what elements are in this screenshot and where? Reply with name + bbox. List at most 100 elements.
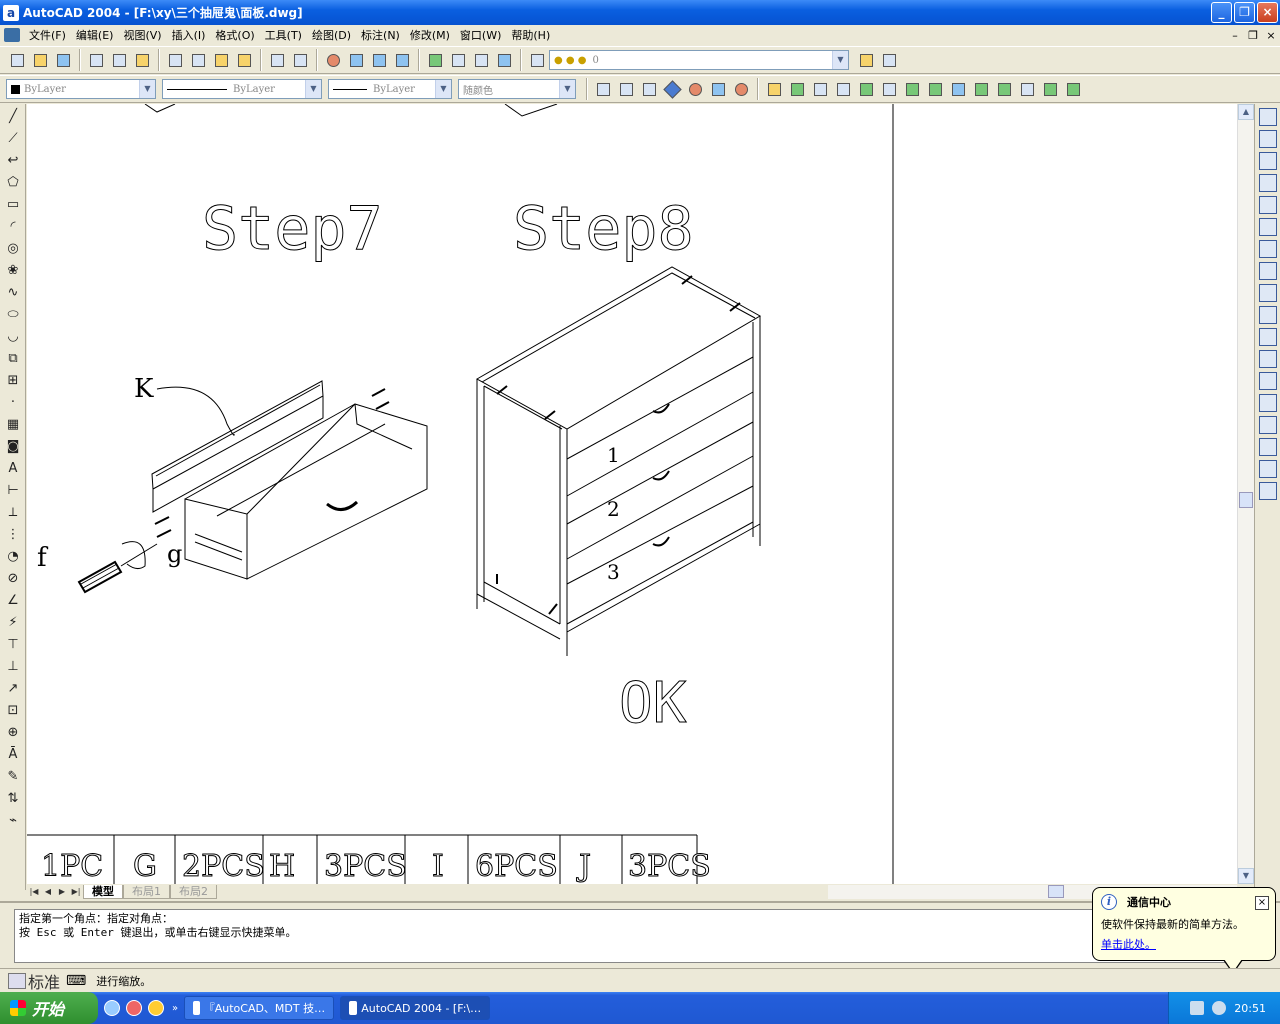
- chevron-right-icon[interactable]: »: [172, 1003, 178, 1014]
- menu-format[interactable]: 格式(O): [210, 27, 259, 43]
- save-icon[interactable]: [53, 50, 74, 71]
- open-file-icon[interactable]: [30, 50, 51, 71]
- spline-icon[interactable]: ∿: [3, 282, 23, 302]
- lineweight-combo[interactable]: ByLayer ▼: [328, 79, 452, 99]
- shell-icon[interactable]: [1259, 460, 1277, 478]
- design-center-icon[interactable]: [448, 50, 469, 71]
- tab-model[interactable]: 模型: [83, 885, 123, 899]
- construction-line-icon[interactable]: ⟋: [3, 128, 23, 148]
- rectangle-icon[interactable]: ▭: [3, 194, 23, 214]
- insert-block-icon[interactable]: ⧉: [3, 348, 23, 368]
- extrude-faces-icon[interactable]: [1259, 174, 1277, 192]
- undo-icon[interactable]: [267, 50, 288, 71]
- publish-icon[interactable]: [132, 50, 153, 71]
- taper-faces-icon[interactable]: [1259, 284, 1277, 302]
- landscape-icon[interactable]: [948, 79, 969, 100]
- menu-view[interactable]: 视图(V): [118, 27, 166, 43]
- linear-dimension-icon[interactable]: ⊢: [3, 480, 23, 500]
- print-icon[interactable]: [86, 50, 107, 71]
- arc-icon[interactable]: ◜: [3, 216, 23, 236]
- start-button[interactable]: 开始: [0, 992, 98, 1024]
- clean-icon[interactable]: [1259, 416, 1277, 434]
- subtract-icon[interactable]: [1259, 130, 1277, 148]
- match-properties-icon[interactable]: [234, 50, 255, 71]
- first-tab-icon[interactable]: |◀: [27, 885, 41, 899]
- minimize-button[interactable]: _: [1211, 2, 1232, 23]
- tolerance-icon[interactable]: ⊡: [3, 700, 23, 720]
- render-output-icon[interactable]: [1063, 79, 1084, 100]
- ime-label[interactable]: 标准: [28, 969, 60, 993]
- menu-file[interactable]: 文件(F): [24, 27, 71, 43]
- color-faces-icon[interactable]: [1259, 328, 1277, 346]
- scroll-thumb[interactable]: [1239, 492, 1253, 508]
- document-icon[interactable]: [4, 28, 20, 42]
- last-tab-icon[interactable]: ▶|: [69, 885, 83, 899]
- doc-minimize-button[interactable]: –: [1226, 29, 1244, 42]
- keyboard-icon[interactable]: ⌨: [66, 973, 86, 989]
- copy-faces-icon[interactable]: [1259, 306, 1277, 324]
- menu-draw[interactable]: 绘图(D): [307, 27, 356, 43]
- vertical-scrollbar[interactable]: ▲ ▼: [1237, 104, 1254, 884]
- delete-faces-icon[interactable]: [1259, 240, 1277, 258]
- scene-icon[interactable]: [787, 79, 808, 100]
- offset-faces-icon[interactable]: [1259, 218, 1277, 236]
- intersect-icon[interactable]: [1259, 152, 1277, 170]
- scroll-up-icon[interactable]: ▲: [1238, 104, 1254, 120]
- menu-modify[interactable]: 修改(M): [405, 27, 455, 43]
- union-icon[interactable]: [1259, 108, 1277, 126]
- zoom-window-icon[interactable]: [369, 50, 390, 71]
- restore-button[interactable]: ❐: [1234, 2, 1255, 23]
- ellipse-icon[interactable]: ⬭: [3, 304, 23, 324]
- landscape-library-icon[interactable]: [994, 79, 1015, 100]
- ellipse-arc-icon[interactable]: ◡: [3, 326, 23, 346]
- dimension-text-edit-icon[interactable]: ✎: [3, 766, 23, 786]
- next-tab-icon[interactable]: ▶: [55, 885, 69, 899]
- menu-insert[interactable]: 插入(I): [167, 27, 211, 43]
- quicklaunch-icon[interactable]: [126, 1000, 142, 1016]
- render-preferences-icon[interactable]: [1017, 79, 1038, 100]
- gouraud-icon[interactable]: [731, 79, 752, 100]
- sphere-icon[interactable]: [685, 79, 706, 100]
- ime-icon[interactable]: [8, 972, 26, 989]
- separate-icon[interactable]: [1259, 438, 1277, 456]
- baseline-dimension-icon[interactable]: ⊤: [3, 634, 23, 654]
- paste-icon[interactable]: [211, 50, 232, 71]
- statistics-icon[interactable]: [1040, 79, 1061, 100]
- menu-dimension[interactable]: 标注(N): [356, 27, 405, 43]
- aligned-dimension-icon[interactable]: ⟂: [3, 502, 23, 522]
- pan-icon[interactable]: [323, 50, 344, 71]
- menu-tools[interactable]: 工具(T): [260, 27, 307, 43]
- doc-close-button[interactable]: ×: [1262, 29, 1280, 42]
- region-icon[interactable]: ◙: [3, 436, 23, 456]
- menu-edit[interactable]: 编辑(E): [71, 27, 119, 43]
- revcloud-icon[interactable]: ❀: [3, 260, 23, 280]
- dimension-update-icon[interactable]: ⇅: [3, 788, 23, 808]
- move-faces-icon[interactable]: [1259, 196, 1277, 214]
- hatch-icon[interactable]: ▦: [3, 414, 23, 434]
- dimension-style-icon[interactable]: ⌁: [3, 810, 23, 830]
- line-icon[interactable]: ╱: [3, 106, 23, 126]
- 3d-shade-icon[interactable]: [662, 79, 683, 100]
- tool-palettes-icon[interactable]: [471, 50, 492, 71]
- color-combo[interactable]: ByLayer ▼: [6, 79, 156, 99]
- new-file-icon[interactable]: [7, 50, 28, 71]
- balloon-close-button[interactable]: ×: [1255, 896, 1269, 910]
- taskbar-item-autocad[interactable]: AutoCAD 2004 - [F:\…: [340, 996, 491, 1020]
- ie-icon[interactable]: [104, 1000, 120, 1016]
- balloon-link[interactable]: 单击此处。: [1101, 936, 1267, 952]
- redo-icon[interactable]: [290, 50, 311, 71]
- mapping-icon[interactable]: [879, 79, 900, 100]
- copy-edges-icon[interactable]: [1259, 350, 1277, 368]
- multiline-text-icon[interactable]: A: [3, 458, 23, 478]
- center-mark-icon[interactable]: ⊕: [3, 722, 23, 742]
- landscape-edit-icon[interactable]: [971, 79, 992, 100]
- imprint-icon[interactable]: [1259, 394, 1277, 412]
- media-player-icon[interactable]: [148, 1000, 164, 1016]
- quick-dimension-icon[interactable]: ⚡: [3, 612, 23, 632]
- scroll-thumb[interactable]: [1048, 885, 1064, 898]
- close-button[interactable]: ×: [1257, 2, 1278, 23]
- check-icon[interactable]: [1259, 482, 1277, 500]
- plotstyle-combo[interactable]: 随颜色 ▼: [458, 79, 576, 99]
- command-history[interactable]: 指定第一个角点：指定对角点： 按 Esc 或 Enter 键退出，或单击右键显示…: [14, 909, 1238, 963]
- ordinate-dimension-icon[interactable]: ⋮: [3, 524, 23, 544]
